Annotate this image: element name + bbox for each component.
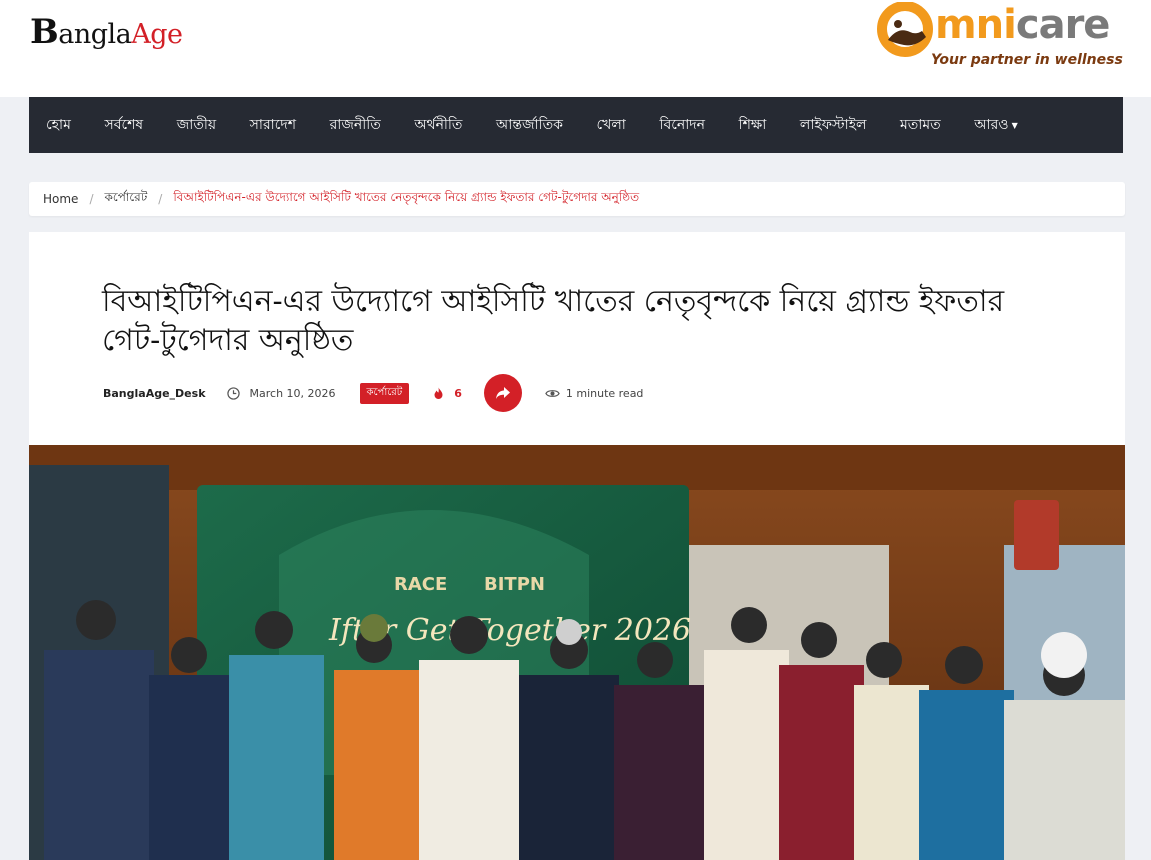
main-nav: হোম সর্বশেষ জাতীয় সারাদেশ রাজনীতি অর্থন… <box>29 97 1123 153</box>
site-logo[interactable]: BanglaAge <box>30 12 183 52</box>
logo-angla: angla <box>58 19 132 50</box>
nav-item-more[interactable]: আরও ▼ <box>957 113 1034 137</box>
hot-count: 6 <box>433 387 462 400</box>
featured-photo-illustration: RACE BITPN Iftar Get Together 2026 <box>29 445 1125 860</box>
read-time-text: 1 minute read <box>565 386 644 400</box>
top-header: BanglaAge mnicare Your partner in wellne… <box>0 0 1151 97</box>
omnicare-tagline: Your partner in wellness <box>931 52 1123 68</box>
nav-item-international[interactable]: আন্তর্জাতিক <box>479 113 579 137</box>
nav-item-economy[interactable]: অর্থনীতি <box>398 113 480 137</box>
omnicare-brand-mni: mni <box>935 2 1017 48</box>
caret-down-icon: ▼ <box>1011 120 1018 130</box>
breadcrumb-separator: / <box>158 192 163 206</box>
omnicare-hands-icon <box>877 2 933 57</box>
eye-icon <box>545 389 560 397</box>
article-title: বিআইটিপিএন-এর উদ্যোগে আইসিটি খাতের নেতৃব… <box>102 284 1005 358</box>
ad-banner-omnicare[interactable]: mnicare Your partner in wellness <box>873 0 1143 80</box>
breadcrumb-category[interactable]: কর্পোরেট <box>104 189 147 209</box>
clock-icon <box>226 386 240 400</box>
nav-item-countrywide[interactable]: সারাদেশ <box>233 113 313 137</box>
breadcrumb-current: বিআইটিপিএন-এর উদ্যোগে আইসিটি খাতের নেতৃব… <box>173 190 640 204</box>
read-time: 1 minute read <box>545 386 644 400</box>
share-button[interactable] <box>483 374 522 412</box>
flame-icon <box>434 387 443 399</box>
nav-item-education[interactable]: শিক্ষা <box>722 113 783 137</box>
nav-item-national[interactable]: জাতীয় <box>160 113 233 137</box>
author-link[interactable]: BanglaAge_Desk <box>103 387 206 400</box>
nav-item-lifestyle[interactable]: লাইফস্টাইল <box>783 113 883 137</box>
nav-item-home[interactable]: হোম <box>29 113 88 137</box>
featured-image: RACE BITPN Iftar Get Together 2026 <box>29 445 1125 860</box>
publish-date-text: March 10, 2026 <box>249 386 336 400</box>
publish-date: March 10, 2026 <box>226 386 336 400</box>
logo-letter-b: B <box>30 12 59 52</box>
breadcrumb-home[interactable]: Home <box>43 192 78 206</box>
banner-brand-right: BITPN <box>484 574 545 595</box>
article-card: বিআইটিপিএন-এর উদ্যোগে আইসিটি খাতের নেতৃব… <box>29 232 1125 860</box>
nav-item-entertainment[interactable]: বিনোদন <box>643 113 722 137</box>
nav-item-politics[interactable]: রাজনীতি <box>313 113 398 137</box>
breadcrumb-separator: / <box>89 192 94 206</box>
logo-age: Age <box>131 19 183 50</box>
omnicare-brand-care: care <box>1015 2 1111 48</box>
article-meta: BanglaAge_Desk March 10, 2026 কর্পোরেট 6… <box>103 373 643 413</box>
hot-count-text: 6 <box>454 386 462 400</box>
breadcrumb: Home / কর্পোরেট / বিআইটিপিএন-এর উদ্যোগে … <box>29 182 1125 216</box>
banner-brand-left: RACE <box>394 574 447 595</box>
nav-more-label: আরও <box>974 117 1009 133</box>
nav-item-latest[interactable]: সর্বশেষ <box>88 113 160 137</box>
nav-item-sports[interactable]: খেলা <box>580 113 643 137</box>
nav-item-opinion[interactable]: মতামত <box>883 113 957 137</box>
share-arrow-icon <box>495 387 510 399</box>
category-badge[interactable]: কর্পোরেট <box>359 382 410 404</box>
omnicare-brand: mnicare <box>935 2 1111 48</box>
